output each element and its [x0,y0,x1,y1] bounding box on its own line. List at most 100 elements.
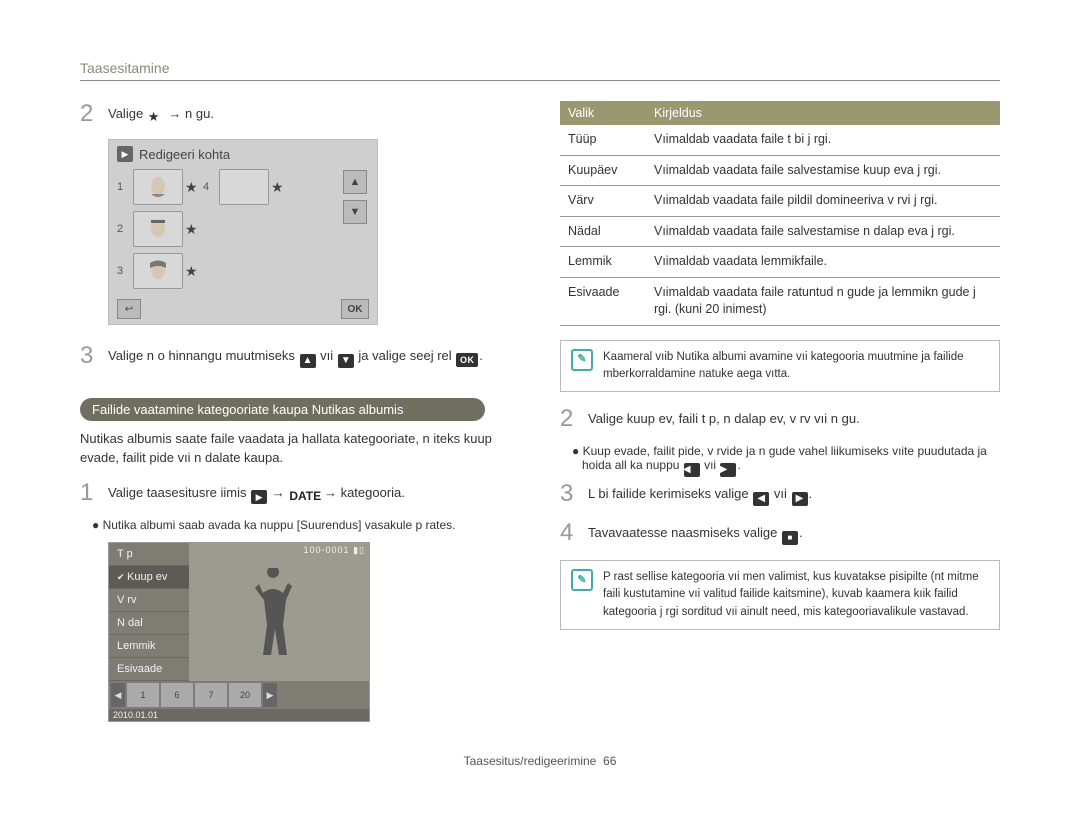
info-icon: ✎ [571,349,593,371]
nav-up-button[interactable]: ▲ [343,170,367,194]
thumbnail-strip: ◀ 1 6 7 20 ▶ [109,681,369,709]
category-menu: T p Kuup ev V rv N dal Lemmik Esivaade [109,543,189,681]
right-icon [792,492,808,506]
person-silhouette [243,568,303,658]
menu-item-preview[interactable]: Esivaade [109,658,189,681]
date-label: 2010.01.01 [109,709,369,721]
txt: ja valige seej rel [358,348,455,363]
txt: vıi [704,458,719,472]
step-number: 2 [560,406,588,432]
face-index: 2 [117,223,129,235]
section-header: Taasesitamine [80,60,1000,81]
nav-down-button[interactable]: ▼ [343,200,367,224]
up-icon [300,354,316,368]
step2-post: → n gu. [168,106,214,121]
table-row: VärvVıimaldab vaadata faile pildil domin… [560,186,1000,217]
txt: vıi [774,486,791,501]
menu-item-favorite[interactable]: Lemmik [109,635,189,658]
table-row: EsivaadeVıimaldab vaadata faile ratuntud… [560,277,1000,325]
file-number: 100-0001 [304,545,350,555]
back-button[interactable]: ↩ [117,299,141,319]
bullet-item: ● Nutika albumi saab avada ka nuppu [Suu… [80,518,520,532]
left-icon [684,463,700,477]
note-text: Kaameral vıib Nutika albumi avamine vıi … [603,349,989,384]
right-icon [720,463,736,477]
thumb-item[interactable]: 7 [195,683,227,707]
txt: vıi [320,348,337,363]
step-number: 4 [560,520,588,546]
footer-text: Taasesitus/redigeerimine [464,754,597,768]
txt: → kategooria. [324,485,405,500]
playback-icon [251,490,267,504]
face-thumb-empty [219,169,269,205]
step-number: 2 [80,101,108,127]
face-index: 4 [203,181,215,193]
rank-star: ★ [185,263,199,280]
txt: Tavavaatesse naasmiseks valige [588,525,781,540]
edit-faces-screen: Redigeeri kohta 1 ★ 4 ★ 2 [108,139,378,325]
note-text: P rast sellise kategooria vıi men valimi… [603,569,989,621]
note-box: ✎ Kaameral vıib Nutika albumi avamine vı… [560,340,1000,393]
info-icon: ✎ [571,569,593,591]
left-icon [753,492,769,506]
thumb-item[interactable]: 1 [127,683,159,707]
step-number: 1 [80,480,108,506]
thumb-next-button[interactable]: ▶ [263,683,277,707]
face-index: 1 [117,181,129,193]
face-thumb [133,169,183,205]
face-index: 3 [117,265,129,277]
paragraph: Nutikas albumis saate faile vaadata ja h… [80,429,520,468]
face-thumb [133,211,183,247]
ok-button[interactable]: OK [341,299,369,319]
thumb-item[interactable]: 20 [229,683,261,707]
step-text: Tavavaatesse naasmiseks valige . [588,520,803,545]
txt: → [272,485,289,500]
menu-item-date[interactable]: Kuup ev [109,566,189,589]
screen-title: Redigeeri kohta [139,147,230,162]
options-table: Valik Kirjeldus TüüpVıimaldab vaadata fa… [560,101,1000,326]
step-text: Valige n o hinnangu muutmiseks vıi ja va… [108,343,483,368]
rank-star: ★ [185,179,199,196]
step-text: Valige → n gu. [108,101,214,124]
date-icon [289,487,319,501]
left-column: 2 Valige → n gu. Redigeeri kohta 1 [80,101,520,726]
gallery-icon [782,531,798,545]
step-number: 3 [80,343,108,369]
page-number: 66 [603,754,616,768]
thumb-item[interactable]: 6 [161,683,193,707]
play-icon [117,146,133,162]
star-icon [148,107,164,121]
menu-item-type[interactable]: T p [109,543,189,566]
menu-item-color[interactable]: V rv [109,589,189,612]
table-row: NädalVıimaldab vaadata faile salvestamis… [560,216,1000,247]
txt: Valige taasesitusre iimis [108,485,250,500]
section-heading-pill: Failide vaatamine kategooriate kaupa Nut… [80,398,485,421]
txt: L bi failide kerimiseks valige [588,486,752,501]
face-thumb [133,253,183,289]
note-box: ✎ P rast sellise kategooria vıi men vali… [560,560,1000,630]
battery-icon: ▮▯ [353,545,365,555]
thumb-prev-button[interactable]: ◀ [111,683,125,707]
ok-icon [456,353,478,367]
txt: Valige n o hinnangu muutmiseks [108,348,299,363]
rank-star: ★ [185,221,199,238]
rank-star: ★ [271,179,285,196]
step-text: Valige kuup ev, faili t p, n dalap ev, v… [588,406,860,429]
smart-album-screen: T p Kuup ev V rv N dal Lemmik Esivaade 1… [108,542,370,722]
bullet-text: Nutika albumi saab avada ka nuppu [Suure… [103,518,456,532]
table-row: TüüpVıimaldab vaadata faile t bi j rgi. [560,125,1000,155]
page-footer: Taasesitus/redigeerimine 66 [80,754,1000,768]
step-text: L bi failide kerimiseks valige vıi . [588,481,812,506]
table-row: LemmikVıimaldab vaadata lemmikfaile. [560,247,1000,278]
bullet-item: ● Kuup evade, failit pide, v rvide ja n … [560,444,1000,477]
down-icon [338,354,354,368]
table-head-option: Valik [560,101,646,125]
right-column: Valik Kirjeldus TüüpVıimaldab vaadata fa… [560,101,1000,726]
step-text: Valige taasesitusre iimis → → kategooria… [108,480,405,504]
step2-pre: Valige [108,106,147,121]
bullet-text: Kuup evade, failit pide, v rvide ja n gu… [582,444,987,472]
step-number: 3 [560,481,588,507]
menu-item-week[interactable]: N dal [109,612,189,635]
table-head-description: Kirjeldus [646,101,1000,125]
table-row: KuupäevVıimaldab vaadata faile salvestam… [560,155,1000,186]
